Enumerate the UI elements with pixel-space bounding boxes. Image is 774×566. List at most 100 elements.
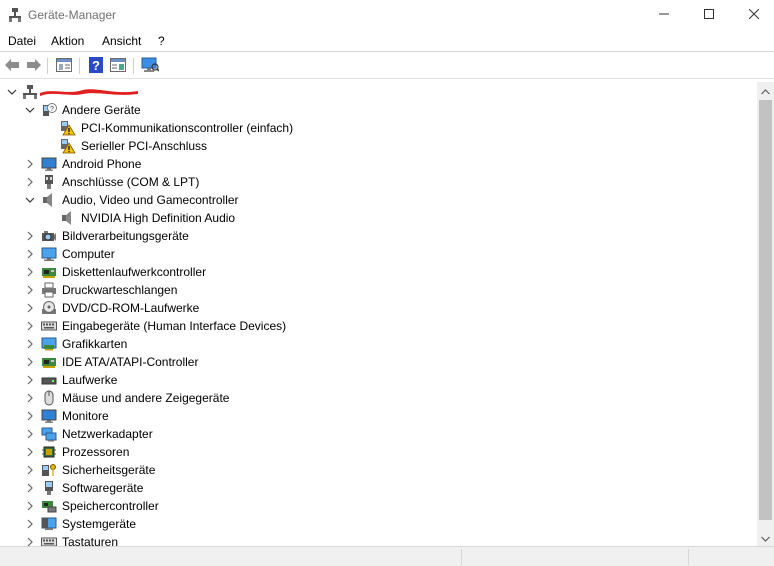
chevron-right-icon[interactable] xyxy=(24,176,36,188)
tree-device[interactable]: NVIDIA High Definition Audio xyxy=(0,209,757,227)
tree-item-label: Netzwerkadapter xyxy=(62,427,153,441)
keyboard-icon xyxy=(41,318,57,334)
chevron-right-icon[interactable] xyxy=(24,410,36,422)
chevron-right-icon[interactable] xyxy=(24,500,36,512)
chevron-right-icon[interactable] xyxy=(24,284,36,296)
chevron-right-icon[interactable] xyxy=(24,464,36,476)
tree-category[interactable]: Mäuse und andere Zeigegeräte xyxy=(0,389,757,407)
chevron-right-icon[interactable] xyxy=(24,392,36,404)
tree-item-label: Eingabegeräte (Human Interface Devices) xyxy=(62,319,287,333)
back-icon xyxy=(4,58,20,75)
speaker-icon xyxy=(60,210,76,226)
chevron-right-icon[interactable] xyxy=(24,536,36,546)
scan-hardware-button[interactable] xyxy=(140,56,160,76)
tree-item-label: Mäuse und andere Zeigegeräte xyxy=(62,391,230,405)
scroll-up-button[interactable] xyxy=(757,82,774,99)
scroll-thumb[interactable] xyxy=(759,100,772,520)
tree-device[interactable]: Serieller PCI-Anschluss xyxy=(0,137,757,155)
menu-aktion[interactable]: Aktion xyxy=(51,34,84,48)
chevron-right-icon[interactable] xyxy=(24,248,36,260)
status-divider xyxy=(461,549,462,565)
tree-category[interactable]: Laufwerke xyxy=(0,371,757,389)
tree-item-label: NVIDIA High Definition Audio xyxy=(81,211,236,225)
chevron-right-icon[interactable] xyxy=(24,374,36,386)
chevron-right-icon[interactable] xyxy=(24,518,36,530)
chevron-down-icon[interactable] xyxy=(24,194,36,206)
computer-root-icon xyxy=(22,84,38,100)
menu-datei[interactable]: Datei xyxy=(8,34,36,48)
forward-button[interactable] xyxy=(24,56,44,76)
toolbar-separator xyxy=(79,58,80,74)
chevron-right-icon[interactable] xyxy=(24,428,36,440)
monitor-icon xyxy=(41,156,57,172)
chevron-down-icon[interactable] xyxy=(6,86,18,98)
back-button[interactable] xyxy=(2,56,22,76)
tree-category[interactable]: Grafikkarten xyxy=(0,335,757,353)
vertical-scrollbar[interactable] xyxy=(757,82,774,546)
device-manager-window: Geräte-Manager Datei Aktion Ansicht ? ? … xyxy=(0,0,774,566)
tree-root[interactable] xyxy=(0,83,757,101)
tree-category[interactable]: Sicherheitsgeräte xyxy=(0,461,757,479)
tree-category[interactable]: Speichercontroller xyxy=(0,497,757,515)
chevron-right-icon[interactable] xyxy=(24,320,36,332)
drive-icon xyxy=(41,372,57,388)
close-button[interactable] xyxy=(731,0,774,30)
tree-item-label: PCI-Kommunikationscontroller (einfach) xyxy=(81,121,294,135)
chevron-right-icon[interactable] xyxy=(24,338,36,350)
maximize-button[interactable] xyxy=(686,0,732,30)
chevron-right-icon[interactable] xyxy=(24,302,36,314)
chevron-right-icon[interactable] xyxy=(24,356,36,368)
chevron-right-icon[interactable] xyxy=(24,266,36,278)
chevron-right-icon[interactable] xyxy=(24,482,36,494)
tree-item-label: Sicherheitsgeräte xyxy=(62,463,156,477)
monitor-icon xyxy=(41,408,57,424)
tree-category[interactable]: ? Andere Geräte xyxy=(0,101,757,119)
status-bar xyxy=(0,546,774,566)
tree-category[interactable]: Audio, Video und Gamecontroller xyxy=(0,191,757,209)
tree-category[interactable]: Monitore xyxy=(0,407,757,425)
title-bar[interactable]: Geräte-Manager xyxy=(0,0,774,30)
chevron-right-icon[interactable] xyxy=(24,158,36,170)
chevron-right-icon[interactable] xyxy=(24,446,36,458)
chevron-down-icon[interactable] xyxy=(24,104,36,116)
computer-icon xyxy=(41,246,57,262)
menu-bar: Datei Aktion Ansicht ? xyxy=(0,30,774,52)
tree-category[interactable]: Prozessoren xyxy=(0,443,757,461)
chevron-right-icon[interactable] xyxy=(24,230,36,242)
scroll-down-button[interactable] xyxy=(757,529,774,546)
system-device-icon xyxy=(41,516,57,532)
forward-icon xyxy=(26,58,42,75)
tree-category[interactable]: Systemgeräte xyxy=(0,515,757,533)
menu-ansicht[interactable]: Ansicht xyxy=(102,34,141,48)
tree-item-label: Android Phone xyxy=(62,157,142,171)
storage-controller-icon xyxy=(41,498,57,514)
tree-category[interactable]: DVD/CD-ROM-Laufwerke xyxy=(0,299,757,317)
software-device-icon xyxy=(41,480,57,496)
tree-category[interactable]: Diskettenlaufwerkcontroller xyxy=(0,263,757,281)
tree-category[interactable]: Tastaturen xyxy=(0,533,757,546)
tree-category[interactable]: Druckwarteschlangen xyxy=(0,281,757,299)
device-manager-app-icon xyxy=(8,7,22,23)
help-button[interactable]: ? xyxy=(86,56,106,76)
tree-category[interactable]: Netzwerkadapter xyxy=(0,425,757,443)
tree-category[interactable]: Android Phone xyxy=(0,155,757,173)
show-hide-button[interactable] xyxy=(108,56,128,76)
properties-button[interactable] xyxy=(54,56,74,76)
tree-category[interactable]: IDE ATA/ATAPI-Controller xyxy=(0,353,757,371)
toolbar-separator xyxy=(133,58,134,74)
minimize-icon xyxy=(659,8,669,22)
tree-category[interactable]: Computer xyxy=(0,245,757,263)
minimize-button[interactable] xyxy=(641,0,687,30)
tree-category[interactable]: Bildverarbeitungsgeräte xyxy=(0,227,757,245)
device-tree[interactable]: ? Andere Geräte PCI-Kommunikationscontroll… xyxy=(0,82,757,546)
toolbar-separator xyxy=(47,58,48,74)
svg-text:?: ? xyxy=(92,58,100,73)
tree-category[interactable]: Softwaregeräte xyxy=(0,479,757,497)
tree-category[interactable]: Eingabegeräte (Human Interface Devices) xyxy=(0,317,757,335)
tree-item-label: Diskettenlaufwerkcontroller xyxy=(62,265,207,279)
controller-icon xyxy=(41,354,57,370)
tree-category[interactable]: Anschlüsse (COM & LPT) xyxy=(0,173,757,191)
tree-device[interactable]: PCI-Kommunikationscontroller (einfach) xyxy=(0,119,757,137)
redacted-computer-name xyxy=(38,86,140,101)
menu-help[interactable]: ? xyxy=(158,34,165,48)
